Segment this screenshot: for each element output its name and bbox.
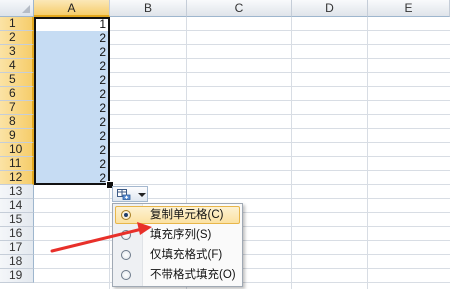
menu-item-label: 仅填充格式(F) bbox=[150, 249, 223, 261]
cell-a10[interactable]: 2 bbox=[36, 143, 106, 157]
autofill-options-menu: 复制单元格(C) 填充序列(S) 仅填充格式(F) 不带格式填充(O) bbox=[112, 203, 243, 287]
row-header[interactable]: 12 bbox=[0, 171, 34, 185]
row-header[interactable]: 4 bbox=[0, 59, 34, 73]
cell-a5[interactable]: 2 bbox=[36, 73, 106, 87]
menu-item-fill-formatting-only[interactable]: 仅填充格式(F) bbox=[113, 245, 242, 265]
row-header[interactable]: 18 bbox=[0, 255, 34, 269]
row-header[interactable]: 13 bbox=[0, 185, 34, 199]
row-header[interactable]: 17 bbox=[0, 241, 34, 255]
row-header[interactable]: 16 bbox=[0, 227, 34, 241]
radio-checked-icon bbox=[121, 210, 131, 220]
row-header[interactable]: 7 bbox=[0, 101, 34, 115]
column-header-d[interactable]: D bbox=[292, 0, 368, 17]
autofill-options-button[interactable] bbox=[112, 186, 148, 202]
row-header[interactable]: 2 bbox=[0, 31, 34, 45]
row-header[interactable]: 8 bbox=[0, 115, 34, 129]
menu-item-fill-without-formatting[interactable]: 不带格式填充(O) bbox=[113, 265, 242, 285]
menu-item-label: 复制单元格(C) bbox=[150, 209, 224, 221]
cell-a12[interactable]: 2 bbox=[36, 171, 106, 185]
row-header[interactable]: 10 bbox=[0, 143, 34, 157]
radio-icon bbox=[121, 270, 131, 280]
select-all-button[interactable] bbox=[0, 0, 34, 17]
row-header[interactable]: 5 bbox=[0, 73, 34, 87]
menu-item-copy-cells[interactable]: 复制单元格(C) bbox=[113, 205, 242, 225]
column-header-e[interactable]: E bbox=[368, 0, 450, 17]
cell-a6[interactable]: 2 bbox=[36, 87, 106, 101]
cell-a2[interactable]: 2 bbox=[36, 31, 106, 45]
row-header[interactable]: 15 bbox=[0, 213, 34, 227]
chevron-down-icon bbox=[138, 193, 146, 197]
cell-a7[interactable]: 2 bbox=[36, 101, 106, 115]
row-header[interactable]: 3 bbox=[0, 45, 34, 59]
cell-a9[interactable]: 2 bbox=[36, 129, 106, 143]
cell-a11[interactable]: 2 bbox=[36, 157, 106, 171]
spreadsheet: A B C D E 1 2 3 4 5 6 7 8 9 10 11 12 13 … bbox=[0, 0, 450, 289]
cell-a8[interactable]: 2 bbox=[36, 115, 106, 129]
row-header[interactable]: 6 bbox=[0, 87, 34, 101]
menu-item-label: 不带格式填充(O) bbox=[150, 269, 236, 281]
radio-icon bbox=[121, 230, 131, 240]
row-header[interactable]: 1 bbox=[0, 17, 34, 31]
cell-a1[interactable]: 1 bbox=[36, 17, 106, 31]
row-header[interactable]: 19 bbox=[0, 269, 34, 283]
menu-item-label: 填充序列(S) bbox=[150, 229, 212, 241]
radio-icon bbox=[121, 250, 131, 260]
row-header[interactable]: 9 bbox=[0, 129, 34, 143]
row-header[interactable]: 14 bbox=[0, 199, 34, 213]
cell-a4[interactable]: 2 bbox=[36, 59, 106, 73]
column-header-c[interactable]: C bbox=[187, 0, 292, 17]
column-header-b[interactable]: B bbox=[110, 0, 187, 17]
row-header[interactable]: 11 bbox=[0, 157, 34, 171]
cell-a3[interactable]: 2 bbox=[36, 45, 106, 59]
column-header-a[interactable]: A bbox=[34, 0, 110, 17]
menu-item-fill-series[interactable]: 填充序列(S) bbox=[113, 225, 242, 245]
autofill-options-icon bbox=[117, 189, 131, 200]
